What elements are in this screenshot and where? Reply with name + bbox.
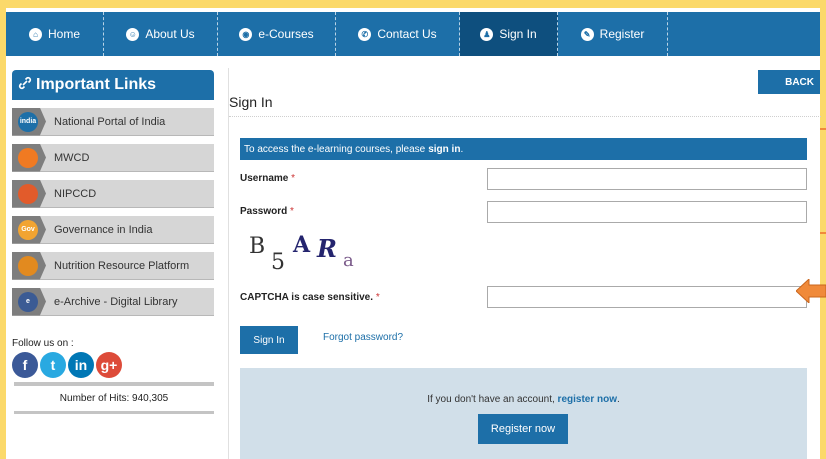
link-badge: Gov (12, 215, 46, 244)
required-mark: * (291, 173, 296, 184)
sign-in-button[interactable]: Sign In (240, 326, 298, 354)
info-text: To access the e-learning courses, please (244, 143, 426, 155)
sidebar-link-label: e-Archive - Digital Library (54, 295, 178, 308)
sidebar-link-label: NIPCCD (54, 187, 97, 200)
sidebar-link-label: Governance in India (54, 223, 153, 236)
nutrition-logo-icon (18, 255, 38, 276)
hit-counter: Number of Hits: 940,305 (14, 382, 214, 414)
register-prompt-text: If you don't have an account, (427, 394, 555, 405)
sidebar-link[interactable]: NIPCCD (12, 179, 214, 208)
register-now-link[interactable]: register now (558, 394, 617, 405)
facebook-icon[interactable]: f (12, 352, 38, 378)
username-label-text: Username (240, 173, 289, 184)
nav-label: Sign In (499, 27, 537, 41)
phone-icon: ✆ (358, 27, 372, 41)
sidebar-link[interactable]: MWCD (12, 143, 214, 172)
required-mark: * (375, 292, 380, 303)
nav-e-courses[interactable]: ◉ e-Courses (218, 12, 336, 56)
sidebar-link[interactable]: Nutrition Resource Platform (12, 251, 214, 280)
captcha-input[interactable] (487, 286, 807, 308)
register-icon: ✎ (580, 27, 594, 41)
important-links-title: Important Links (36, 76, 157, 93)
edge-marker (820, 128, 826, 130)
india-logo-icon: india (18, 111, 38, 132)
nipccd-logo-icon (18, 183, 38, 204)
sidebar-link-label: Nutrition Resource Platform (54, 259, 190, 272)
googleplus-icon[interactable]: g+ (96, 352, 122, 378)
archive-logo-icon: e (18, 291, 38, 312)
nav-register[interactable]: ✎ Register (558, 12, 668, 56)
courses-icon: ◉ (239, 27, 253, 41)
sidebar: Important Links india National Portal of … (12, 70, 214, 414)
nav-label: Contact Us (377, 27, 437, 41)
captcha-label-text: CAPTCHA is case sensitive. (240, 292, 374, 303)
social-links: f t in g+ (12, 352, 214, 378)
captcha-char: A (293, 232, 311, 258)
captcha-char: B (249, 234, 266, 259)
link-badge: india (12, 107, 46, 136)
register-prompt-end: . (617, 394, 620, 405)
link-badge (12, 143, 46, 172)
nav-about-us[interactable]: ☺ About Us (104, 12, 218, 56)
pointer-arrow-icon (796, 279, 826, 303)
username-label: Username * (240, 173, 295, 184)
twitter-icon[interactable]: t (40, 352, 66, 378)
link-icon (18, 76, 32, 95)
nav-home[interactable]: ⌂ Home (6, 12, 104, 56)
linkedin-icon[interactable]: in (68, 352, 94, 378)
sign-in-info-bar: To access the e-learning courses, please… (240, 138, 807, 160)
password-input[interactable] (487, 201, 807, 223)
nav-contact-us[interactable]: ✆ Contact Us (336, 12, 460, 56)
main-content: BACK Sign In To access the e-learning co… (228, 68, 821, 459)
nav-label: e-Courses (258, 27, 314, 41)
nav-sign-in[interactable]: ♟ Sign In (460, 12, 558, 56)
captcha-char: a (343, 250, 354, 271)
back-button[interactable]: BACK (758, 70, 820, 94)
register-prompt: If you don't have an account, register n… (240, 394, 807, 405)
users-icon: ☺ (126, 27, 140, 41)
captcha-image: B 5 A R a (247, 230, 377, 280)
link-badge: e (12, 287, 46, 316)
title-divider (229, 116, 821, 117)
sidebar-link-label: MWCD (54, 151, 90, 164)
sidebar-link[interactable]: e e-Archive - Digital Library (12, 287, 214, 316)
page-frame: ⌂ Home ☺ About Us ◉ e-Courses ✆ Contact Us ♟ Sign… (6, 8, 821, 459)
register-panel: If you don't have an account, register n… (240, 368, 807, 459)
gov-logo-icon: Gov (18, 219, 38, 240)
link-badge (12, 179, 46, 208)
password-label-text: Password (240, 206, 288, 217)
link-badge (12, 251, 46, 280)
sidebar-link[interactable]: Gov Governance in India (12, 215, 214, 244)
follow-us-label: Follow us on : (12, 338, 74, 349)
mwcd-logo-icon (18, 147, 38, 168)
important-links-header: Important Links (12, 70, 214, 100)
info-sign-in-link[interactable]: sign in (428, 144, 460, 155)
user-icon: ♟ (480, 27, 494, 41)
captcha-label: CAPTCHA is case sensitive. * (240, 292, 380, 303)
required-mark: * (290, 206, 294, 217)
register-now-button[interactable]: Register now (478, 414, 568, 444)
sidebar-link[interactable]: india National Portal of India (12, 107, 214, 136)
forgot-password-link[interactable]: Forgot password? (323, 332, 403, 343)
info-end: . (460, 143, 464, 155)
page-title: Sign In (229, 94, 273, 110)
nav-label: Register (599, 27, 645, 41)
password-label: Password * (240, 206, 294, 217)
edge-marker (820, 232, 826, 234)
nav-label: About Us (145, 27, 195, 41)
nav-label: Home (47, 27, 80, 41)
sidebar-link-label: National Portal of India (54, 115, 166, 128)
captcha-char: R (317, 234, 337, 263)
top-nav: ⌂ Home ☺ About Us ◉ e-Courses ✆ Contact Us ♟ Sign… (6, 12, 820, 56)
username-input[interactable] (487, 168, 807, 190)
home-icon: ⌂ (28, 27, 42, 41)
captcha-char: 5 (271, 250, 285, 275)
